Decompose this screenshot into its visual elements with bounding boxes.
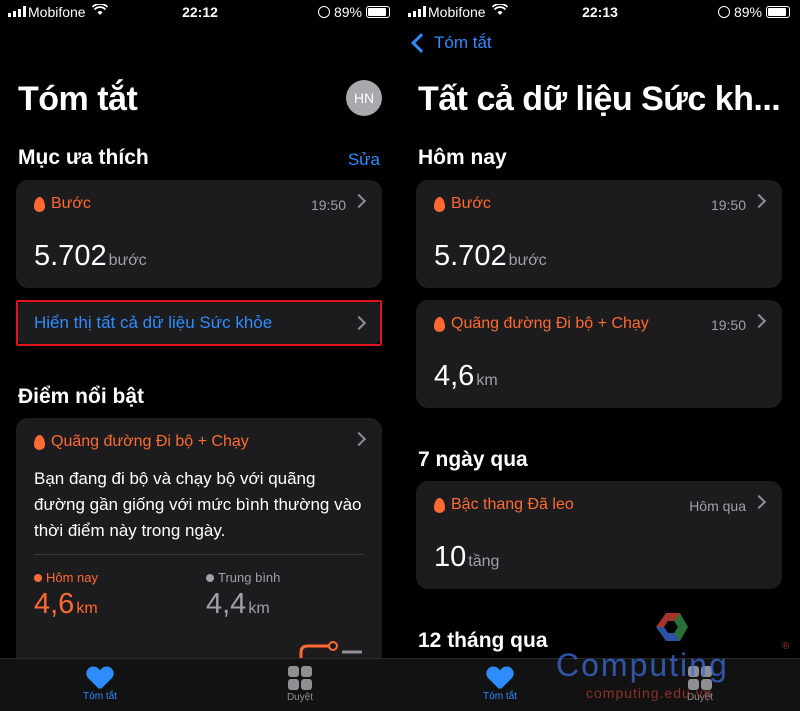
flame-icon <box>434 316 445 332</box>
steps-unit: bước <box>508 252 547 269</box>
average-dot-icon <box>206 573 214 582</box>
week-heading: 7 ngày qua <box>418 448 528 471</box>
summary-screen: Mobifone 22:12 89% Tóm tắt HN Mục ưa thí… <box>0 0 400 711</box>
chevron-right-icon <box>351 431 367 447</box>
highlight-card[interactable]: Quãng đường Đi bộ + Chạy Bạn đang đi bộ … <box>16 418 382 678</box>
heart-icon <box>87 667 113 689</box>
tab-summary-label: Tóm tắt <box>483 691 517 702</box>
distance-time: 19:50 <box>710 317 746 333</box>
heart-icon <box>487 667 513 689</box>
stairs-unit: tầng <box>468 553 500 570</box>
steps-label: Bước <box>51 195 91 212</box>
back-button[interactable]: Tóm tắt <box>410 33 492 53</box>
tab-bar: Tóm tắt Duyệt <box>0 658 400 711</box>
stairs-time: Hôm qua <box>689 498 746 514</box>
stairs-label: Bậc thang Đã leo <box>451 496 574 513</box>
flame-icon <box>34 434 45 450</box>
today-value: 4,6 <box>34 588 75 620</box>
rotation-lock-icon <box>717 6 730 18</box>
page-title: Tất cả dữ liệu Sức kh... <box>418 80 781 118</box>
highlight-annotation-box <box>16 300 382 346</box>
today-dot-icon <box>34 573 42 582</box>
favorites-heading: Mục ưa thích <box>18 146 149 169</box>
tab-summary[interactable]: Tóm tắt <box>60 665 140 702</box>
tab-bar: Tóm tắt Duyệt <box>400 658 800 711</box>
status-bar: Mobifone 22:12 89% <box>0 0 400 24</box>
battery-icon <box>766 6 790 18</box>
chevron-right-icon <box>751 193 767 209</box>
all-health-data-screen: Mobifone 22:13 89% Tóm tắt Tất cả dữ liệ… <box>400 0 800 711</box>
flame-icon <box>434 196 445 212</box>
tab-browse-label: Duyệt <box>286 692 314 703</box>
steps-time: 19:50 <box>710 197 746 213</box>
distance-value: 4,6 <box>434 360 475 392</box>
steps-value: 5.702 <box>34 240 107 272</box>
tab-summary[interactable]: Tóm tắt <box>460 665 540 702</box>
grid-icon <box>288 666 312 690</box>
highlight-label: Quãng đường Đi bộ + Chạy <box>51 433 249 450</box>
battery-percent: 89% <box>333 4 362 20</box>
chevron-right-icon <box>751 494 767 510</box>
tab-browse-label: Duyệt <box>686 692 714 703</box>
grid-icon <box>688 666 712 690</box>
today-heading: Hôm nay <box>418 146 507 169</box>
page-title: Tóm tắt <box>18 80 138 118</box>
highlight-text: Bạn đang đi bộ và chạy bộ với quãng đườn… <box>34 469 362 540</box>
tab-browse[interactable]: Duyệt <box>260 665 340 703</box>
battery-icon <box>366 6 390 18</box>
average-label: Trung bình <box>218 570 281 585</box>
year-heading: 12 tháng qua <box>418 629 548 652</box>
edit-button[interactable]: Sửa <box>348 150 380 170</box>
chevron-right-icon <box>751 313 767 329</box>
tab-browse[interactable]: Duyệt <box>660 665 740 703</box>
stairs-card[interactable]: Bậc thang Đã leo Hôm qua 10 tầng <box>416 481 782 589</box>
tab-summary-label: Tóm tắt <box>83 691 117 702</box>
today-label: Hôm nay <box>46 570 99 585</box>
steps-label: Bước <box>451 195 491 212</box>
distance-label: Quãng đường Đi bộ + Chạy <box>451 315 649 332</box>
flame-icon <box>34 196 45 212</box>
steps-unit: bước <box>108 252 147 269</box>
average-unit: km <box>248 600 270 617</box>
chevron-right-icon <box>351 193 367 209</box>
divider <box>34 554 364 555</box>
chevron-left-icon <box>411 33 431 53</box>
stairs-value: 10 <box>434 541 467 573</box>
status-bar: Mobifone 22:13 89% <box>400 0 800 24</box>
distance-card[interactable]: Quãng đường Đi bộ + Chạy 19:50 4,6 km <box>416 300 782 408</box>
steps-time: 19:50 <box>310 197 346 213</box>
steps-value: 5.702 <box>434 240 507 272</box>
rotation-lock-icon <box>317 6 330 18</box>
highlights-heading: Điểm nổi bật <box>18 385 145 408</box>
distance-unit: km <box>476 372 498 389</box>
flame-icon <box>434 497 445 513</box>
battery-percent: 89% <box>733 4 762 20</box>
back-label: Tóm tắt <box>434 33 492 52</box>
steps-card[interactable]: Bước 19:50 5.702 bước <box>416 180 782 288</box>
steps-card[interactable]: Bước 19:50 5.702 bước <box>16 180 382 288</box>
today-unit: km <box>76 600 98 617</box>
avatar[interactable]: HN <box>346 80 382 116</box>
average-value: 4,4 <box>206 588 247 620</box>
